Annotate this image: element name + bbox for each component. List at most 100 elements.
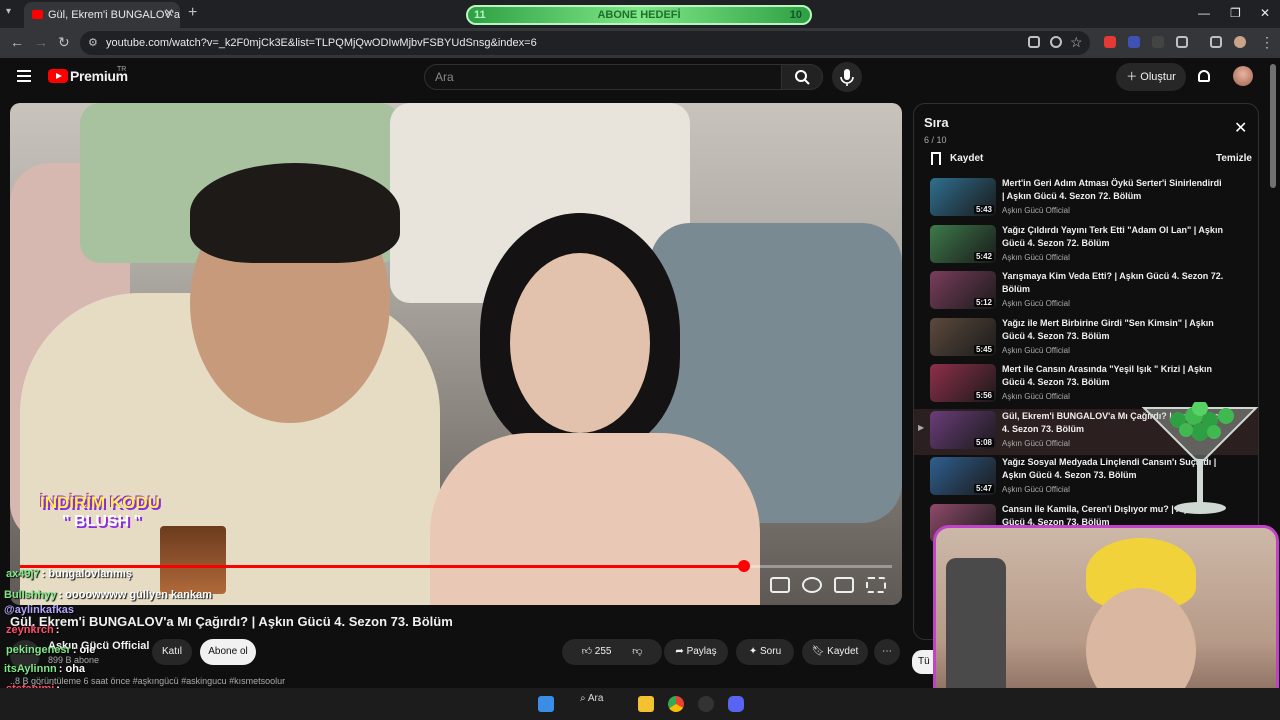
youtube-header: Premium TR Ara ＋ Oluştur	[0, 58, 1280, 98]
microphone-icon	[840, 69, 854, 86]
extension-blue-icon[interactable]	[1128, 36, 1140, 48]
playlist-thumbnail[interactable]: 5:45	[930, 317, 996, 356]
video-progress-bar[interactable]	[20, 565, 892, 568]
obs-icon[interactable]	[698, 696, 714, 712]
hide-icon[interactable]	[1050, 36, 1062, 48]
playlist-item-title[interactable]: Mert'in Geri Adım Atması Öykü Serter'i S…	[1002, 177, 1224, 203]
playlist-item-title[interactable]: Yarışmaya Kim Veda Etti? | Aşkın Gücü 4.…	[1002, 270, 1224, 296]
profile-avatar-icon[interactable]	[1234, 36, 1246, 48]
playlist-title: Sıra	[924, 115, 949, 130]
save-button[interactable]: 🔖︎ Kaydet	[802, 639, 868, 665]
voice-search-button[interactable]	[832, 62, 862, 92]
video-duration: 5:08	[973, 437, 994, 447]
playlist-thumbnail[interactable]: 5:12	[930, 271, 996, 309]
chat-message: itsAylinnn: oha	[4, 663, 85, 675]
scene-woman-face	[510, 253, 650, 433]
playlist-clear-button[interactable]: Temizle	[1216, 153, 1252, 164]
playlist-item[interactable]: 5:12 Yarışmaya Kim Veda Etti? | Aşkın Güc…	[914, 269, 1258, 315]
playlist-thumbnail[interactable]: 5:47	[930, 457, 996, 495]
search-input[interactable]: Ara	[424, 64, 782, 90]
playlist-thumbnail[interactable]: 5:43	[930, 178, 996, 216]
theater-mode-icon[interactable]	[834, 577, 854, 593]
search-button[interactable]	[781, 64, 823, 90]
bookmark-star-icon[interactable]: ☆	[1070, 34, 1083, 51]
windows-taskbar: ⌕ Ara	[0, 688, 1280, 720]
playlist-thumbnail[interactable]: 5:42	[930, 224, 996, 263]
user-avatar[interactable]	[1233, 66, 1253, 86]
browser-tab[interactable]: Gül, Ekrem'i BUNGALOV'a Mı Ç	[24, 2, 180, 28]
playlist-save-button[interactable]: Kaydet	[950, 153, 983, 164]
chrome-icon[interactable]	[668, 696, 684, 712]
browser-tab-bar: ▾ Gül, Ekrem'i BUNGALOV'a Mı Ç ✕ + 11 AB…	[0, 0, 1280, 28]
new-tab-icon[interactable]: +	[188, 4, 197, 22]
notifications-bell-icon[interactable]	[1198, 70, 1210, 82]
extension-red-icon[interactable]	[1104, 36, 1116, 48]
address-bar-row: ← → ↻ ⚙ youtube.com/watch?v=_k2F0mjCk3E&…	[0, 28, 1280, 58]
windows-start-icon[interactable]	[538, 696, 554, 712]
chat-username: zeynkrch	[6, 624, 54, 636]
minimize-icon[interactable]: —	[1198, 6, 1210, 20]
page-scrollbar[interactable]	[1270, 64, 1276, 188]
playlist-item-channel: Aşkın Gücü Official	[1002, 252, 1070, 262]
ask-button[interactable]: ✦ Soru	[736, 639, 794, 665]
file-explorer-icon[interactable]	[638, 696, 654, 712]
fullscreen-icon[interactable]	[866, 577, 886, 593]
taskbar-search[interactable]: ⌕ Ara	[580, 693, 603, 704]
video-description[interactable]: ..8 B görüntüleme 6 saat önce #aşkıngücü…	[10, 676, 902, 688]
window-close-icon[interactable]: ✕	[1260, 6, 1270, 20]
playlist-item-channel: Aşkın Gücü Official	[1002, 345, 1070, 355]
scrubber-handle[interactable]	[738, 560, 750, 572]
share-icon: ➦	[675, 646, 687, 657]
like-button[interactable]: 👍︎ 255	[582, 646, 612, 657]
playlist-item[interactable]: 5:42 Yağız Çıldırdı Yayını Terk Etti "Ada…	[914, 223, 1258, 269]
reload-icon[interactable]: ↻	[58, 34, 70, 51]
chat-message: ax49j7: bungalovlanmış	[6, 568, 132, 580]
join-button[interactable]: Katıl	[152, 639, 192, 665]
sparkle-icon: ✦	[748, 646, 761, 657]
chat-text: :	[55, 624, 60, 636]
maximize-icon[interactable]: ❐	[1230, 6, 1241, 20]
discord-icon[interactable]	[728, 696, 744, 712]
create-button[interactable]: ＋ Oluştur	[1116, 63, 1186, 91]
martini-glass-overlay	[1141, 402, 1259, 514]
tab-close-icon[interactable]: ✕	[164, 6, 174, 20]
subtitles-icon[interactable]	[770, 577, 790, 593]
playlist-item-title[interactable]: Mert ile Cansın Arasında "Yeşil Işık " K…	[1002, 363, 1224, 389]
cast-icon[interactable]	[1028, 36, 1040, 48]
playlist-item-title[interactable]: Yağız Çıldırdı Yayını Terk Etti "Adam Ol…	[1002, 224, 1224, 250]
more-actions-icon[interactable]: ⋯	[874, 639, 900, 665]
chat-message: @aylinkafkas	[4, 604, 76, 616]
site-info-icon[interactable]: ⚙	[88, 31, 98, 55]
video-player[interactable]: İNDİRİM KODU " BLUSH "	[10, 103, 902, 605]
share-button[interactable]: ➦ Paylaş	[664, 639, 728, 665]
youtube-favicon-icon	[32, 10, 43, 19]
reading-list-icon[interactable]	[1210, 36, 1222, 48]
subscribe-button[interactable]: Abone ol	[200, 639, 256, 665]
extension-dark-icon[interactable]	[1152, 36, 1164, 48]
forward-icon[interactable]: →	[34, 34, 48, 50]
playlist-item-channel: Aşkın Gücü Official	[1002, 485, 1070, 494]
youtube-logo-icon[interactable]	[48, 69, 68, 83]
browser-menu-icon[interactable]: ⋮	[1260, 34, 1274, 51]
playlist-item[interactable]: 5:43 Mert'in Geri Adım Atması Öykü Serter…	[914, 176, 1258, 222]
video-duration: 5:56	[973, 391, 994, 400]
playlist-item[interactable]: 5:45 Yağız ile Mert Birbirine Girdi "Sen …	[914, 316, 1258, 362]
back-icon[interactable]: ←	[10, 34, 24, 50]
settings-gear-icon[interactable]	[802, 577, 822, 593]
search-placeholder: Ara	[435, 70, 454, 84]
video-duration: 5:43	[973, 205, 994, 214]
playlist-item-title[interactable]: Yağız ile Mert Birbirine Girdi "Sen Kims…	[1002, 317, 1224, 343]
chat-text: : bungalovlanmış	[41, 568, 133, 580]
playlist-thumbnail[interactable]: 5:08	[930, 410, 996, 449]
tab-search-icon[interactable]: ▾	[6, 6, 11, 17]
url-text: youtube.com/watch?v=_k2F0mjCk3E&list=TLP…	[106, 37, 537, 49]
scene-woman-body	[430, 433, 760, 605]
url-field[interactable]: ⚙ youtube.com/watch?v=_k2F0mjCk3E&list=T…	[80, 31, 1090, 55]
menu-icon[interactable]	[17, 70, 31, 82]
extensions-puzzle-icon[interactable]	[1176, 36, 1188, 48]
close-icon[interactable]: ✕	[1234, 118, 1247, 138]
filter-chip-all[interactable]: Tü	[912, 650, 934, 674]
video-duration: 5:42	[973, 251, 994, 261]
playlist-thumbnail[interactable]: 5:56	[930, 364, 996, 402]
thumbs-down-icon[interactable]: 👎︎	[632, 646, 642, 657]
